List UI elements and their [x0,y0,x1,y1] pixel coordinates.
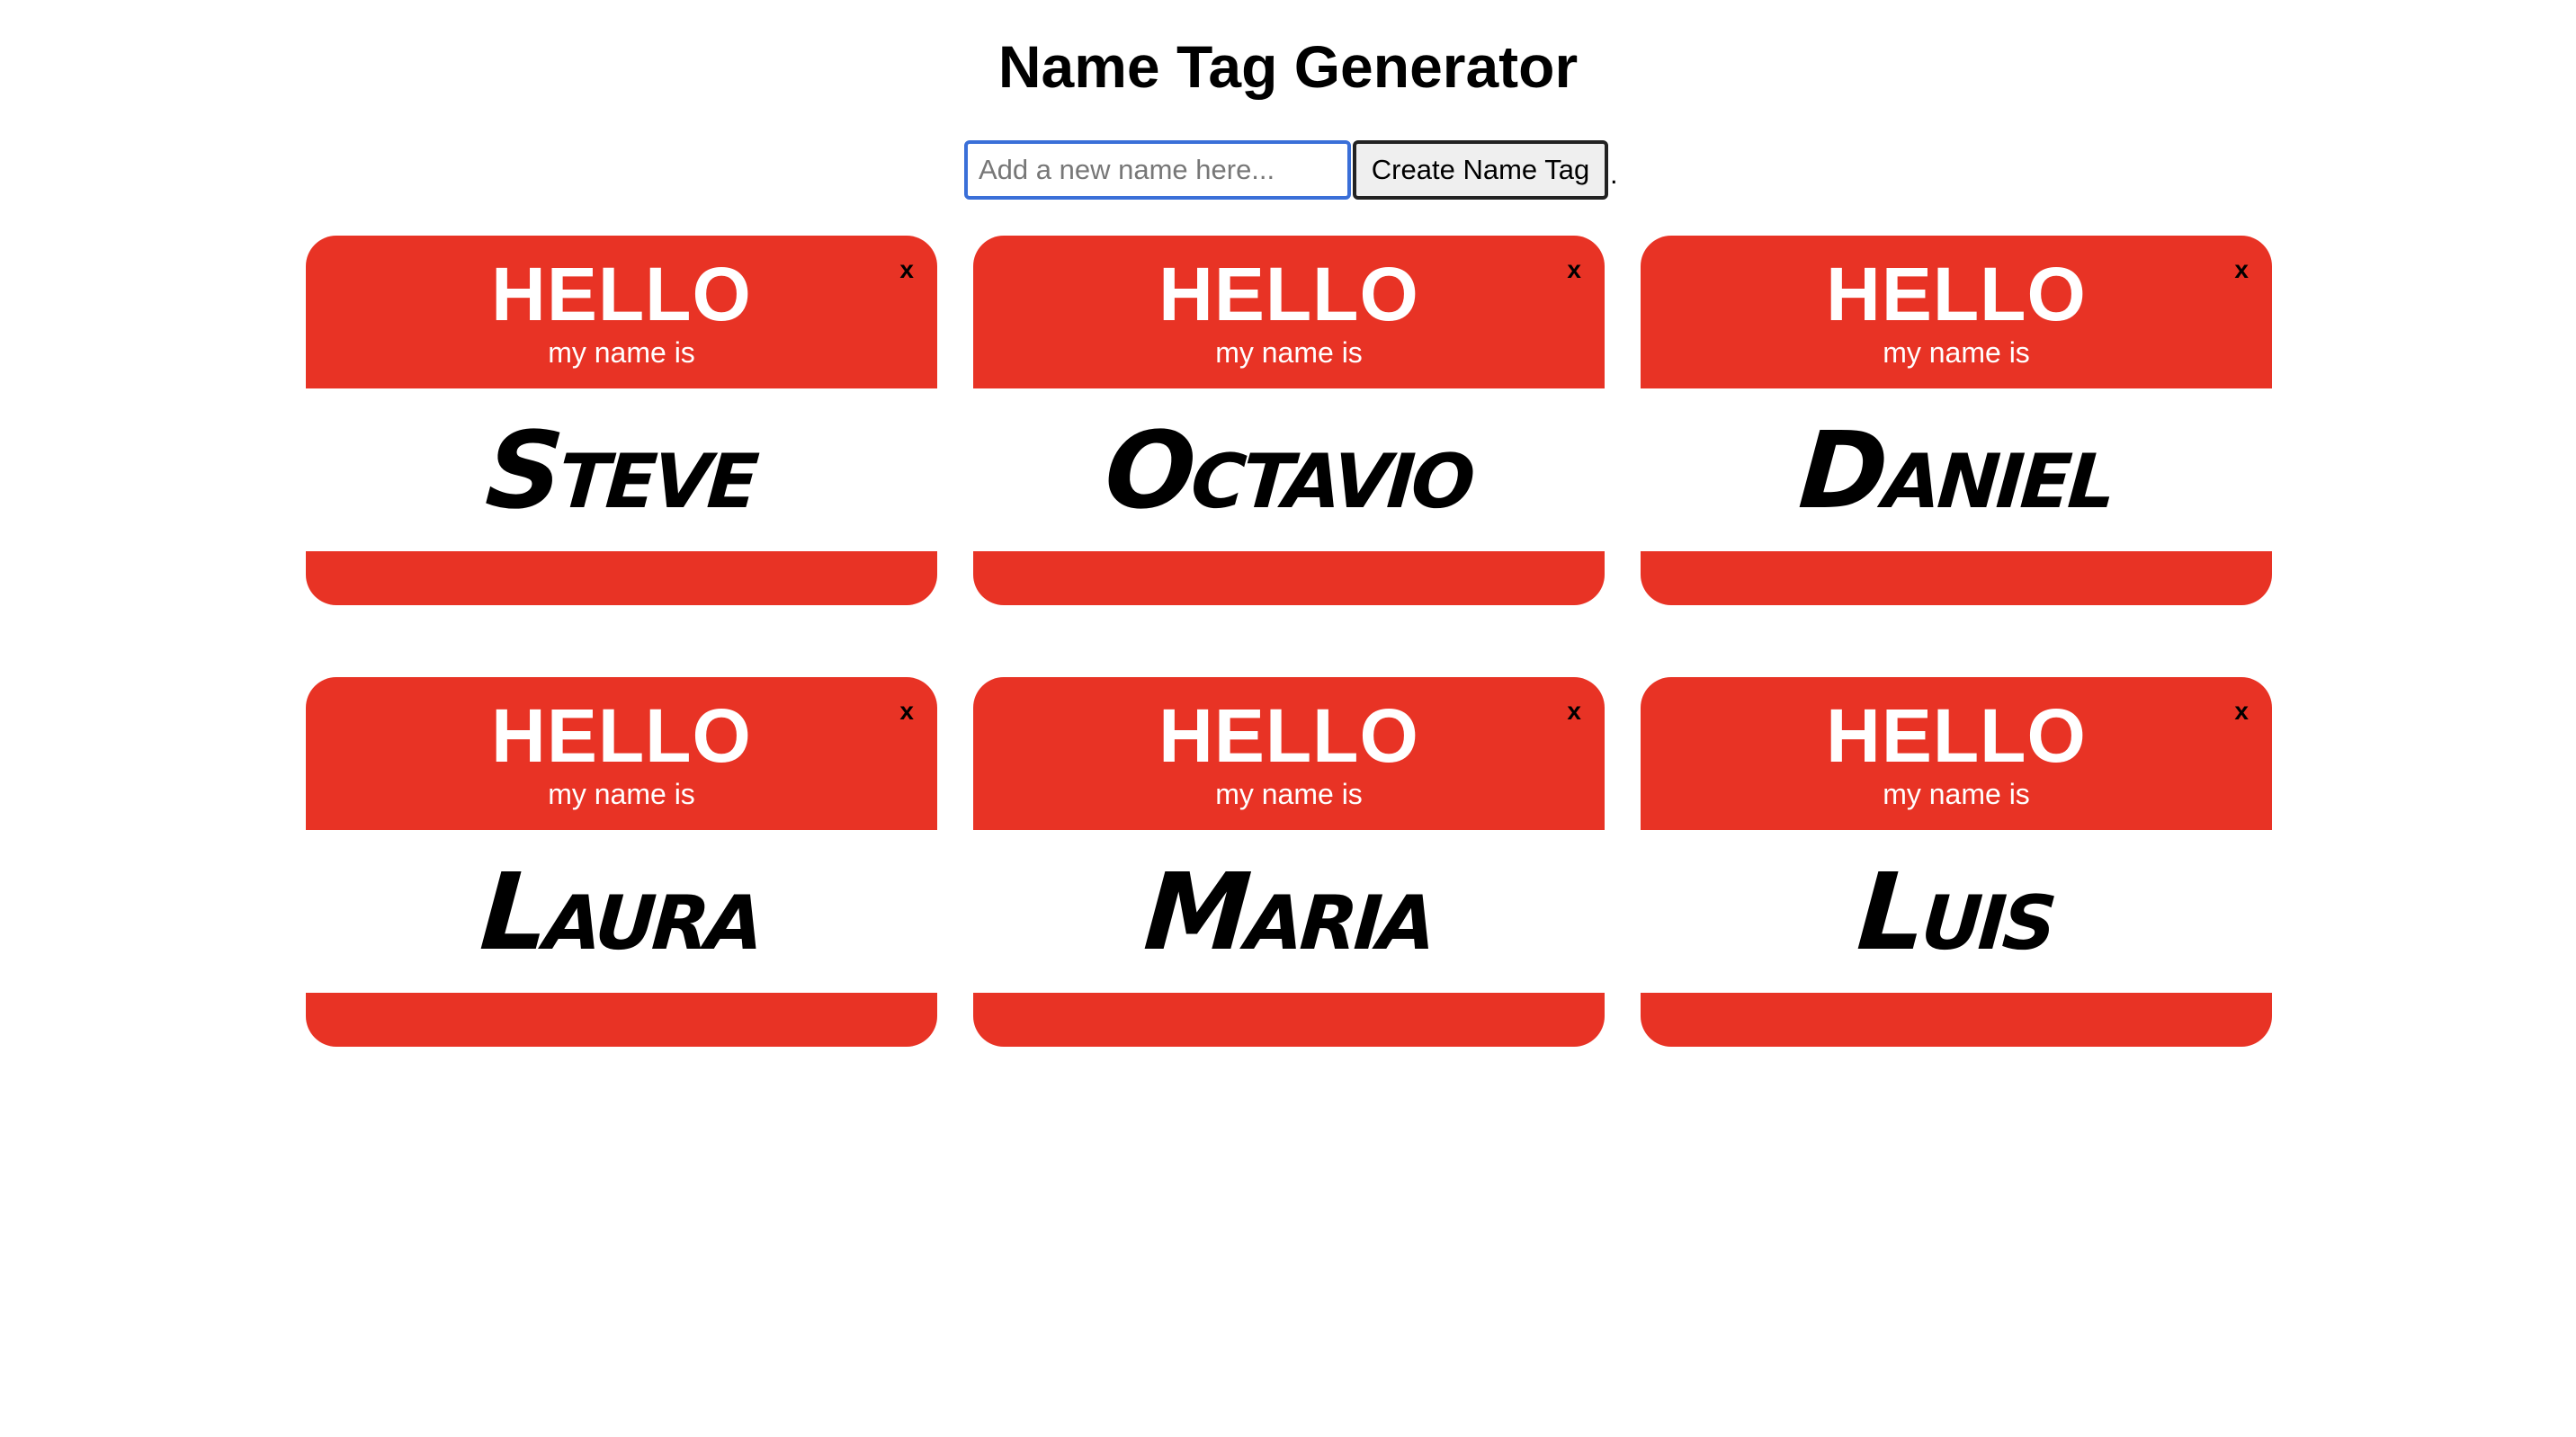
tag-name: Steve [482,407,761,532]
name-tag: HELLO my name is x Laura [306,677,937,1047]
name-tag-list: HELLO my name is x Steve HELLO my name i… [306,236,2272,1047]
tag-subtitle: my name is [1215,778,1363,810]
tag-header: HELLO my name is [973,236,1605,388]
tag-name: Maria [1140,849,1438,974]
remove-tag-button[interactable]: x [1567,257,1581,282]
tag-subtitle: my name is [548,336,695,369]
name-tag: HELLO my name is x Luis [1641,677,2272,1047]
tag-header: HELLO my name is [973,677,1605,830]
remove-tag-button[interactable]: x [899,257,914,282]
tag-subtitle: my name is [1883,778,2030,810]
tag-name: Luis [1854,849,2059,974]
create-name-tag-button[interactable]: Create Name Tag [1353,140,1608,200]
tag-hello-text: HELLO [491,693,752,778]
tag-header: HELLO my name is [306,677,937,830]
tag-header: HELLO my name is [306,236,937,388]
name-tag: HELLO my name is x Octavio [973,236,1605,605]
tag-name: Octavio [1101,407,1477,532]
tag-header: HELLO my name is [1641,677,2272,830]
tag-hello-text: HELLO [491,252,752,336]
remove-tag-button[interactable]: x [1567,699,1581,724]
tag-hello-text: HELLO [1158,693,1419,778]
remove-tag-button[interactable]: x [2234,699,2249,724]
remove-tag-button[interactable]: x [2234,257,2249,282]
tag-hello-text: HELLO [1826,693,2087,778]
tag-name-area: Octavio [973,388,1605,551]
tag-name-area: Daniel [1641,388,2272,551]
remove-tag-button[interactable]: x [899,699,914,724]
tag-name-area: Luis [1641,830,2272,993]
tag-name-area: Maria [973,830,1605,993]
tag-subtitle: my name is [548,778,695,810]
tag-hello-text: HELLO [1158,252,1419,336]
tag-name: Daniel [1795,407,2117,532]
name-tag: HELLO my name is x Steve [306,236,937,605]
tag-name-area: Laura [306,830,937,993]
tag-subtitle: my name is [1215,336,1363,369]
name-tag: HELLO my name is x Maria [973,677,1605,1047]
name-tag-form: Create Name Tag . [964,140,1618,200]
name-tag: HELLO my name is x Daniel [1641,236,2272,605]
trailing-text: . [1610,158,1618,190]
page-title: Name Tag Generator [997,33,1579,100]
tag-name-area: Steve [306,388,937,551]
tag-name: Laura [477,849,766,974]
tag-header: HELLO my name is [1641,236,2272,388]
tag-hello-text: HELLO [1826,252,2087,336]
name-input[interactable] [964,140,1351,200]
tag-subtitle: my name is [1883,336,2030,369]
